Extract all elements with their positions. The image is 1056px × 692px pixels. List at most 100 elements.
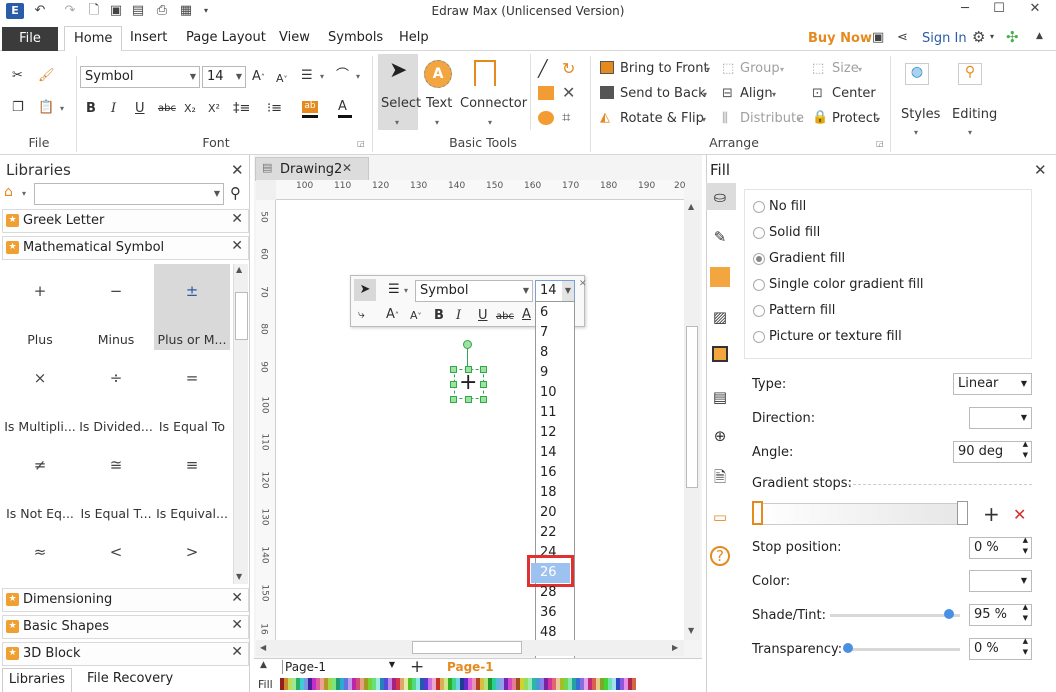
symbol-multiply[interactable]: × Is Multipli...	[2, 351, 78, 437]
group-dropdown-icon[interactable]: ▾	[780, 65, 784, 74]
option-solid-fill[interactable]: Solid fill	[769, 225, 820, 240]
tab-symbols[interactable]: Symbols	[328, 30, 383, 45]
mini-grow-font-icon[interactable]: A˄	[386, 306, 399, 325]
maximize-button[interactable]: ☐	[984, 0, 1014, 22]
scroll-left-icon[interactable]: ◀	[260, 643, 266, 652]
spinner-arrows-icon[interactable]: ▲ ▼	[1023, 439, 1028, 461]
mini-connector-icon[interactable]: ⤷	[358, 307, 365, 322]
mini-bold-icon[interactable]: B	[434, 307, 444, 325]
shrink-font-icon[interactable]: A˅	[276, 70, 288, 89]
font-size-option-selected[interactable]: 26	[536, 563, 574, 583]
group-button[interactable]: Group	[740, 61, 780, 76]
symbol-not-equal[interactable]: ≠ Is Not Eq...	[2, 438, 78, 524]
underline-icon[interactable]: U	[135, 100, 145, 118]
symbol-divide[interactable]: ÷ Is Divided...	[78, 351, 154, 437]
font-size-option[interactable]: 28	[536, 583, 574, 603]
canvas-vscroll-thumb[interactable]	[686, 326, 698, 488]
layer-icon[interactable]	[712, 346, 728, 362]
transparency-slider-thumb[interactable]	[843, 643, 853, 653]
page-icon[interactable]: ▤	[709, 386, 731, 408]
font-size-option[interactable]: 11	[536, 403, 574, 423]
styles-dropdown-icon[interactable]: ▾	[914, 128, 918, 137]
radio-solid-fill[interactable]	[753, 227, 765, 239]
globe-icon[interactable]: ⊕	[709, 425, 731, 447]
format-painter-icon[interactable]: 🖌	[38, 67, 55, 85]
font-size-option[interactable]: 6	[536, 303, 574, 323]
color-swatch[interactable]	[632, 678, 636, 690]
font-size-option[interactable]: 16	[536, 463, 574, 483]
line-pen-icon[interactable]: ✎	[709, 226, 731, 248]
sign-in-link[interactable]: Sign In	[922, 31, 967, 46]
rotate-dropdown-icon[interactable]: ▾	[702, 115, 706, 124]
cross-tool-icon[interactable]: ✕	[562, 84, 575, 102]
library-greek-letter[interactable]: ★ Greek Letter ✕	[2, 209, 249, 233]
close-mini-toolbar-icon[interactable]: ✕	[579, 279, 587, 289]
gradient-bar[interactable]	[756, 503, 968, 525]
tab-insert[interactable]: Insert	[130, 30, 167, 45]
text-tool-icon[interactable]: A	[424, 60, 452, 88]
gradient-stop-right[interactable]	[957, 501, 968, 525]
font-size-option[interactable]: 7	[536, 323, 574, 343]
distribute-button[interactable]: Distribute	[740, 111, 804, 126]
add-stop-icon[interactable]: +	[983, 503, 1000, 525]
close-library-icon[interactable]: ✕	[231, 617, 243, 633]
symbol-less-than[interactable]: <	[78, 525, 154, 585]
bold-icon[interactable]: B	[86, 100, 96, 118]
tab-file-recovery[interactable]: File Recovery	[87, 671, 173, 686]
symbol-almost-equal[interactable]: ≈	[2, 525, 78, 585]
option-gradient-fill[interactable]: Gradient fill	[769, 251, 845, 266]
export-icon[interactable]: ▦	[178, 3, 194, 19]
mini-font-size-combo[interactable]: 14 ▼	[535, 280, 575, 302]
rotation-handle[interactable]	[463, 340, 472, 349]
tab-home[interactable]: Home	[64, 26, 123, 52]
close-library-icon[interactable]: ✕	[231, 590, 243, 606]
font-size-option[interactable]: 12	[536, 423, 574, 443]
align-arrange-dropdown-icon[interactable]: ▾	[772, 90, 776, 99]
share-icon[interactable]: ⋖	[897, 30, 908, 45]
buy-now-link[interactable]: Buy Now	[808, 31, 872, 46]
quick-access-dropdown-icon[interactable]: ▾	[198, 3, 214, 19]
close-library-icon[interactable]: ✕	[231, 238, 243, 254]
resize-handle[interactable]	[480, 366, 487, 373]
home-icon[interactable]: ⌂	[4, 184, 13, 200]
spinner-arrows-icon[interactable]: ▲ ▼	[1023, 535, 1028, 557]
styles-button[interactable]: Styles	[901, 107, 940, 122]
cut-icon[interactable]: ✂	[12, 67, 23, 85]
close-fill-panel-icon[interactable]: ✕	[1034, 161, 1047, 179]
send-to-back-button[interactable]: Send to Back	[620, 86, 706, 101]
text-tool-label[interactable]: Text	[426, 96, 452, 111]
open-folder-icon[interactable]: ▣	[108, 3, 124, 19]
font-size-combo[interactable]: 14 ▼	[202, 66, 246, 88]
font-size-option[interactable]: 14	[536, 443, 574, 463]
subscript-icon[interactable]: X₂	[184, 100, 196, 118]
resize-handle[interactable]	[450, 366, 457, 373]
resize-handle[interactable]	[450, 396, 457, 403]
home-dropdown-icon[interactable]: ▾	[22, 189, 26, 198]
highlight-color-icon[interactable]: ab	[302, 101, 318, 113]
search-icon[interactable]: ⚲	[230, 184, 241, 202]
type-select[interactable]: Linear ▼	[953, 373, 1032, 395]
mini-align-icon[interactable]: ☰	[388, 282, 400, 297]
radio-pattern-fill[interactable]	[753, 305, 765, 317]
line-spacing-icon[interactable]: ‡≡	[233, 100, 250, 118]
undo-icon[interactable]: ↶	[32, 3, 48, 19]
shade-slider-track[interactable]	[830, 614, 960, 617]
shade-slider-thumb[interactable]	[944, 609, 954, 619]
settings-gear-icon[interactable]: ⚙	[972, 28, 985, 46]
page-collapse-icon[interactable]: ▲	[260, 660, 267, 670]
curve-dropdown-icon[interactable]: ▾	[356, 72, 360, 81]
close-library-icon[interactable]: ✕	[231, 211, 243, 227]
library-3d-block[interactable]: ★ 3D Block ✕	[2, 642, 249, 666]
print-icon[interactable]: ⎙	[154, 3, 170, 19]
tab-view[interactable]: View	[279, 30, 310, 45]
close-library-icon[interactable]: ✕	[231, 644, 243, 660]
angle-spinner[interactable]: 90 deg ▲ ▼	[953, 439, 1032, 463]
scroll-up-icon[interactable]: ▲	[688, 202, 694, 211]
option-picture-fill[interactable]: Picture or texture fill	[769, 329, 902, 344]
resize-handle[interactable]	[450, 381, 457, 388]
send-back-dropdown-icon[interactable]: ▾	[703, 90, 707, 99]
styles-icon[interactable]: ◍	[905, 63, 929, 85]
bullets-icon[interactable]: ⁝≡	[267, 100, 282, 118]
transparency-slider-track[interactable]	[846, 648, 960, 651]
crop-tool-icon[interactable]: ⌗	[562, 108, 570, 126]
